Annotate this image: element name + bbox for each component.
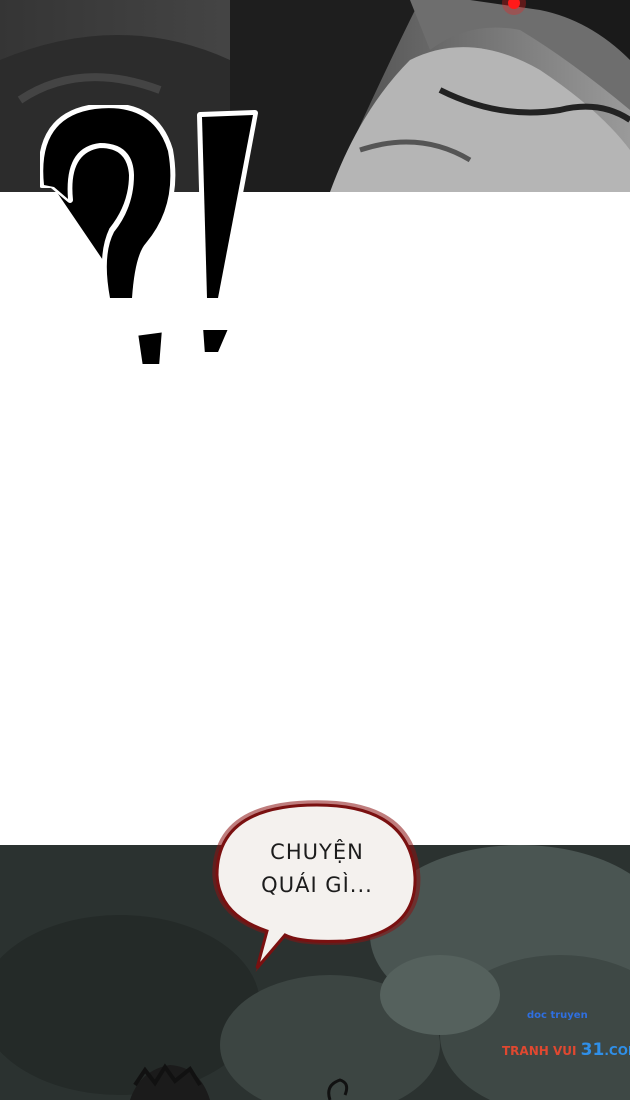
speech-bubble-text: CHUYỆN QUÁI GÌ...	[222, 836, 412, 902]
watermark-site-c: .COM	[604, 1044, 630, 1058]
watermark-site-b: 31	[580, 1040, 605, 1060]
bubble-line-2: QUÁI GÌ...	[261, 873, 373, 897]
watermark-site-a: TRANH VUI	[502, 1044, 581, 1058]
surprise-sfx-icon	[40, 105, 258, 370]
bubble-line-1: CHUYỆN	[270, 840, 364, 864]
watermark-small: doc truyen	[527, 1010, 588, 1021]
site-watermark: TRANH VUI 31.COM	[502, 1040, 630, 1060]
